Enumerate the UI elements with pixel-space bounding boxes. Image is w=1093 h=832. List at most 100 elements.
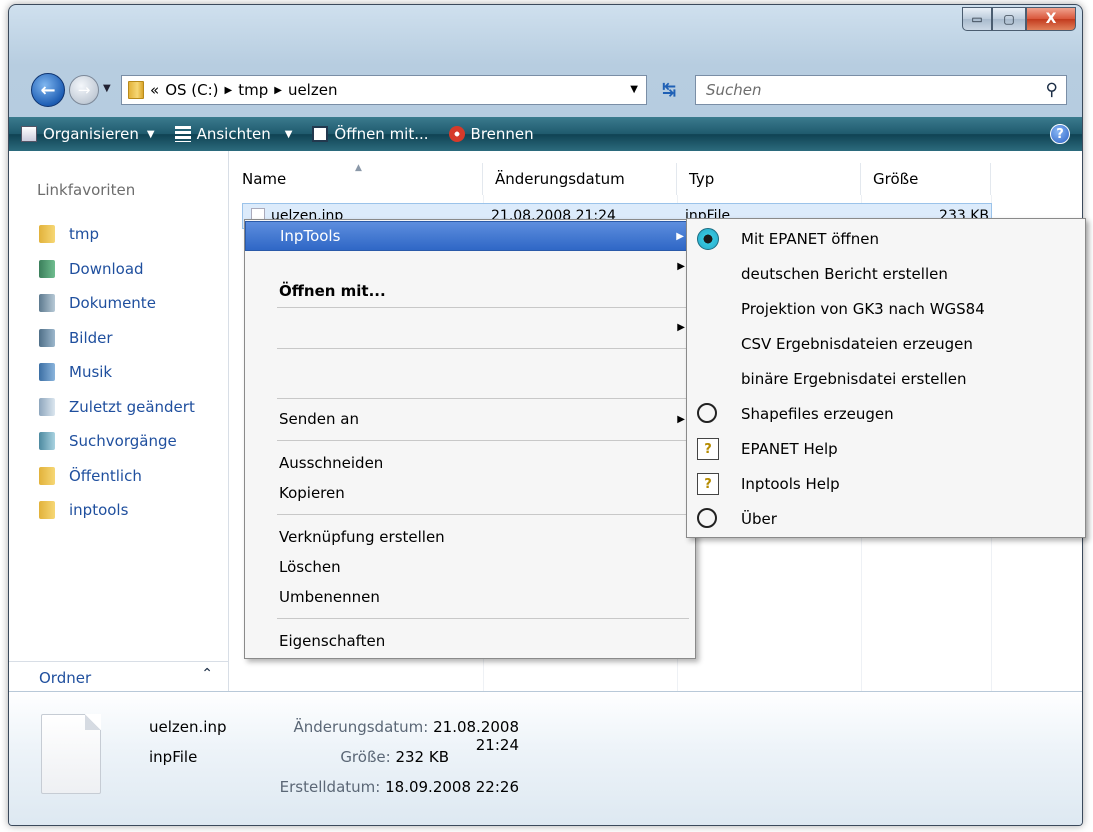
menu-item-delete[interactable]: Löschen [245,552,695,582]
nav-item-documents[interactable]: Dokumente [39,286,195,321]
menu-item-label: Öffnen mit... [279,282,386,300]
context-menu: InpTools ▶ ▶ Öffnen mit... ▶ Senden an ▶ A… [244,219,696,659]
nav-item-label: Zuletzt geändert [69,397,195,416]
search-input[interactable]: Suchen ⚲ [695,75,1067,105]
nav-item-tmp[interactable]: tmp [39,217,195,252]
recent-pages-dropdown[interactable]: ▼ [103,83,111,94]
refresh-button[interactable]: ↹ [649,75,689,105]
minimize-button[interactable]: ▭ [962,7,992,31]
column-header-name[interactable]: Name ▲ [230,163,483,195]
menu-item-label: Kopieren [279,484,345,502]
nav-item-label: tmp [69,225,100,244]
chevron-up-icon[interactable]: ⌃ [201,666,213,682]
menu-item-create-shortcut[interactable]: Verknüpfung erstellen [245,522,695,552]
views-button[interactable]: Ansichten ▼ [165,117,303,151]
help-button[interactable]: ? [1050,124,1070,144]
nav-item-searches[interactable]: Suchvorgänge [39,424,195,459]
folders-label: Ordner [39,668,92,687]
submenu-item-german-report[interactable]: deutschen Bericht erstellen [687,256,1085,291]
folders-toggle[interactable]: Ordner ⌃ [9,661,229,693]
help-icon: ? [1056,126,1064,142]
submenu-arrow-icon: ▶ [676,230,684,242]
burn-icon [448,126,465,142]
nav-item-label: inptools [69,501,129,520]
submenu-item-label: binäre Ergebnisdatei erstellen [741,369,967,388]
menu-separator [277,514,689,515]
crumb-uelzen[interactable]: uelzen [288,81,338,99]
menu-item-label: Verknüpfung erstellen [279,528,445,546]
column-size-label: Größe [873,170,919,188]
column-date-label: Änderungsdatum [495,170,625,188]
burn-button[interactable]: Brennen [439,117,544,151]
search-icon[interactable]: ⚲ [1046,80,1058,100]
menu-item-blank[interactable] [245,354,695,384]
maximize-button[interactable]: ▢ [992,7,1026,31]
submenu-item-epanet-help[interactable]: ? EPANET Help [687,431,1085,466]
submenu-item-projection[interactable]: Projektion von GK3 nach WGS84 [687,291,1085,326]
menu-separator [277,307,689,308]
nav-item-download[interactable]: Download [39,252,195,287]
nav-item-recent[interactable]: Zuletzt geändert [39,390,195,425]
submenu-item-shapefiles[interactable]: Shapefiles erzeugen [687,396,1085,431]
epanet-icon [697,228,719,250]
menu-item-rename[interactable]: Umbenennen [245,582,695,612]
column-header-size[interactable]: Größe [861,163,991,195]
submenu-item-label: Inptools Help [741,474,840,493]
circle-icon [697,403,717,423]
submenu-item-inptools-help[interactable]: ? Inptools Help [687,466,1085,501]
favorites-title: Linkfavoriten [37,181,136,199]
details-modified-label: Änderungsdatum: [293,718,429,736]
submenu-item-label: EPANET Help [741,439,838,458]
details-file-type: inpFile [149,748,198,766]
crumb-tmp[interactable]: tmp [238,81,268,99]
nav-item-pictures[interactable]: Bilder [39,321,195,356]
pictures-icon [39,328,55,347]
submenu-item-about[interactable]: Über [687,501,1085,536]
menu-item-open-with[interactable]: Öffnen mit... [245,276,695,306]
organize-button[interactable]: Organisieren ▼ [9,117,165,151]
address-dropdown-icon[interactable]: ▼ [630,84,638,95]
column-header-date[interactable]: Änderungsdatum [483,163,677,195]
folder-icon [39,225,55,244]
close-button[interactable]: X [1026,7,1076,31]
forward-button[interactable]: → [69,75,99,105]
folder-icon [128,81,144,99]
sort-ascending-icon: ▲ [355,163,362,173]
menu-item-blank[interactable]: ▶ [245,312,695,342]
nav-item-label: Bilder [69,328,113,347]
column-header-type[interactable]: Typ [677,163,861,195]
submenu-item-binary-results[interactable]: binäre Ergebnisdatei erstellen [687,361,1085,396]
help-file-icon: ? [697,438,719,460]
submenu-item-csv-results[interactable]: CSV Ergebnisdateien erzeugen [687,326,1085,361]
menu-item-label: InpTools [280,227,341,245]
document-icon [41,714,101,794]
menu-item-cut[interactable]: Ausschneiden [245,448,695,478]
nav-item-public[interactable]: Öffentlich [39,459,195,494]
crumb-separator-icon[interactable]: ▶ [274,85,282,96]
open-with-button[interactable]: Öffnen mit... [302,117,438,151]
crumb-separator-icon[interactable]: ▶ [225,85,233,96]
forward-arrow-icon: → [77,81,91,99]
back-button[interactable]: ← [31,73,65,107]
nav-item-music[interactable]: Musik [39,355,195,390]
chevron-down-icon: ▼ [146,128,155,140]
submenu-item-label: CSV Ergebnisdateien erzeugen [741,334,973,353]
crumb-drive[interactable]: OS (C:) [165,81,218,99]
column-name-label: Name [242,170,287,188]
details-pane: uelzen.inp inpFile Änderungsdatum: 21.08… [9,691,1082,825]
details-size-value: 232 KB [395,748,449,766]
menu-item-properties[interactable]: Eigenschaften [245,626,695,656]
favorites-list: tmp Download Dokumente Bilder Musik Zule… [39,217,195,528]
organize-label: Organisieren [43,125,139,143]
menu-item-copy[interactable]: Kopieren [245,478,695,508]
submenu-item-label: Projektion von GK3 nach WGS84 [741,299,985,318]
views-icon [174,126,191,142]
nav-item-inptools[interactable]: inptools [39,493,195,528]
refresh-icon: ↹ [661,80,677,100]
menu-separator [277,398,689,399]
address-bar[interactable]: « OS (C:) ▶ tmp ▶ uelzen ▼ [121,75,647,105]
menu-item-inptools[interactable]: InpTools ▶ [245,221,695,251]
submenu-item-open-epanet[interactable]: Mit EPANET öffnen [687,221,1085,256]
menu-item-send-to[interactable]: Senden an ▶ [245,404,695,434]
address-prefix[interactable]: « [150,81,159,99]
